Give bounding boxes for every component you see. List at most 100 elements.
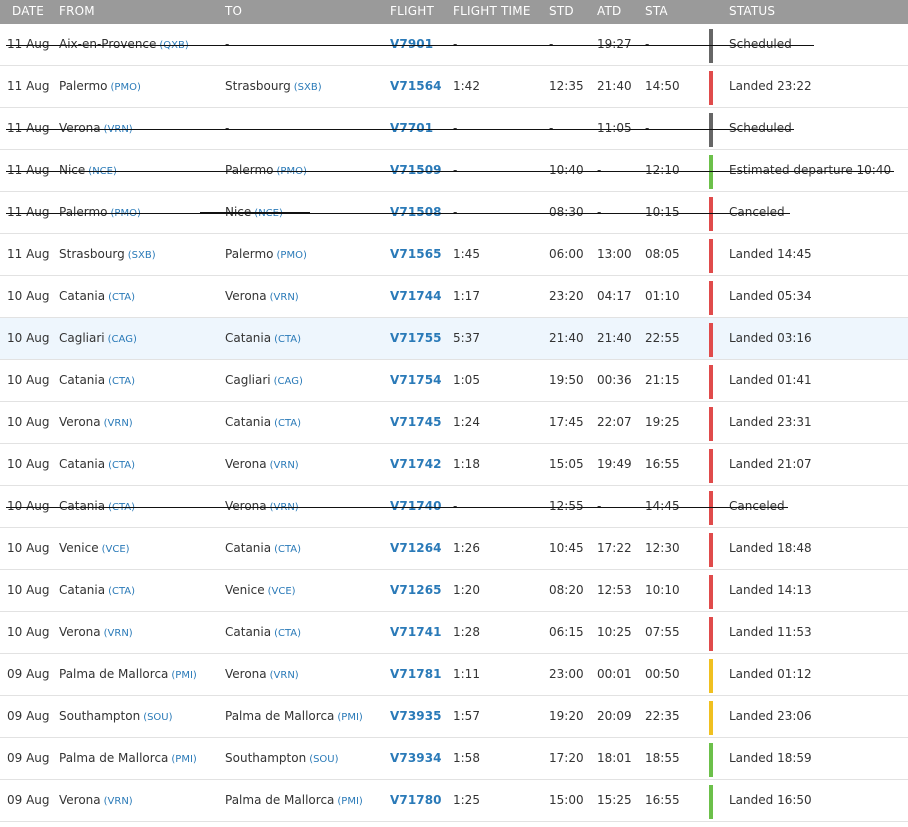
cell-from[interactable]: Palma de Mallorca (PMI) [59,751,197,765]
cell-flight-text[interactable]: V71565 [390,247,442,261]
cell-flight[interactable]: V71755 [390,331,442,345]
cell-to-text[interactable]: Cagliari [225,373,271,387]
cell-from[interactable]: Palermo(PMO) [59,205,141,219]
cell-flight[interactable]: V71265 [390,583,442,597]
cell-to[interactable]: Palermo(PMO) [225,247,307,261]
cell-from-text[interactable]: Cagliari [59,331,105,345]
airport-code[interactable]: (SOU) [143,712,172,723]
header-atd[interactable]: ATD [597,4,621,18]
cell-to[interactable]: Venice (VCE) [225,583,296,597]
airport-code[interactable]: (PMI) [337,796,362,807]
cell-to-text[interactable]: Catania [225,415,271,429]
cell-from-text[interactable]: Catania [59,373,105,387]
cell-flight[interactable]: V71565 [390,247,442,261]
cell-to-text[interactable]: Verona [225,499,267,513]
cell-to-text[interactable]: Southampton [225,751,306,765]
table-row[interactable]: 11 Aug Palermo (PMO) Strasbourg (SXB) V71564 1… [0,66,908,108]
airport-code[interactable]: (VCE) [268,586,296,597]
cell-flight[interactable]: V71740 [390,499,442,513]
cell-flight[interactable]: V71742 [390,457,442,471]
cell-from-text[interactable]: Palma de Mallorca [59,667,168,681]
cell-flight-text[interactable]: V71741 [390,625,442,639]
airport-code[interactable]: (VCE) [102,544,130,555]
cell-to[interactable]: Catania (CTA) [225,625,301,639]
airport-code[interactable]: (CTA) [108,376,135,387]
cell-to[interactable]: Cagliari (CAG) [225,373,303,387]
cell-from-text[interactable]: Verona [59,415,101,429]
header-date[interactable]: DATE [12,4,44,18]
cell-to[interactable]: - [225,121,232,135]
cell-from[interactable]: Cagliari (CAG) [59,331,137,345]
cell-flight-text[interactable]: V71740 [390,499,442,513]
cell-from[interactable]: Palermo(PMO) [59,79,141,93]
cell-from[interactable]: Verona(VRN) [59,793,133,807]
cell-from[interactable]: Catania(CTA) [59,289,135,303]
table-row[interactable]: 09 Aug Palma de Mallorca (PMI) Southampton(… [0,738,908,780]
airport-code[interactable]: (PMI) [171,754,196,765]
cell-to-text[interactable]: Palma de Mallorca [225,793,334,807]
airport-code[interactable]: (CTA) [274,418,301,429]
cell-from[interactable]: Catania(CTA) [59,457,135,471]
airport-code[interactable]: (VRN) [270,292,299,303]
cell-to[interactable]: Palma de Mallorca (PMI) [225,709,363,723]
cell-flight-text[interactable]: V71754 [390,373,442,387]
cell-to-text[interactable]: Catania [225,541,271,555]
cell-to-text[interactable]: Palermo [225,247,274,261]
cell-from-text[interactable]: Verona [59,625,101,639]
cell-flight[interactable]: V7901 [390,37,433,51]
cell-to[interactable]: Catania (CTA) [225,331,301,345]
cell-to[interactable]: - [225,37,232,51]
table-row[interactable]: 10 AugCatania(CTA)Verona(VRN)V71740-12:5… [0,486,908,528]
cell-to[interactable]: Catania (CTA) [225,415,301,429]
cell-from-text[interactable]: Venice [59,541,99,555]
cell-to[interactable]: Palermo(PMO) [225,163,307,177]
table-row[interactable]: 10 Aug Catania (CTA) Venice (VCE) V71265 1:20 0… [0,570,908,612]
cell-to[interactable]: Palma de Mallorca (PMI) [225,793,363,807]
cell-flight[interactable]: V71745 [390,415,442,429]
cell-to-text[interactable]: Catania [225,625,271,639]
cell-to-text[interactable]: Palma de Mallorca [225,709,334,723]
table-row[interactable]: 10 Aug Venice (VCE) Catania (CTA) V71264 1:26 1… [0,528,908,570]
cell-flight-text[interactable]: V71744 [390,289,442,303]
cell-from[interactable]: Verona(VRN) [59,121,133,135]
table-row[interactable]: 11 Aug Strasbourg (SXB) Palermo (PMO) V71565 1… [0,234,908,276]
cell-flight-text[interactable]: V71508 [390,205,442,219]
cell-to-text[interactable]: Verona [225,667,267,681]
cell-flight[interactable]: V71509 [390,163,442,177]
header-flight[interactable]: FLIGHT [390,4,434,18]
cell-from[interactable]: Strasbourg (SXB) [59,247,156,261]
cell-flight[interactable]: V71754 [390,373,442,387]
cell-to[interactable]: Strasbourg (SXB) [225,79,322,93]
cell-from-text[interactable]: Palermo [59,79,108,93]
cell-flight-text[interactable]: V71781 [390,667,442,681]
airport-code[interactable]: (CTA) [108,460,135,471]
table-row[interactable]: 11 AugNice(NCE)Palermo(PMO)V71509-10:40-… [0,150,908,192]
cell-from[interactable]: Verona(VRN) [59,415,133,429]
header-from[interactable]: FROM [59,4,95,18]
cell-flight[interactable]: V71564 [390,79,442,93]
cell-flight[interactable]: V71744 [390,289,442,303]
airport-code[interactable]: (SXB) [128,250,156,261]
airport-code[interactable]: (VRN) [270,460,299,471]
cell-from-text[interactable]: Verona [59,793,101,807]
cell-flight[interactable]: V71508 [390,205,442,219]
cell-to[interactable]: Catania (CTA) [225,541,301,555]
cell-from-text[interactable]: Palma de Mallorca [59,751,168,765]
header-to[interactable]: TO [225,4,242,18]
cell-to-text[interactable]: - [225,121,229,135]
cell-to-text[interactable]: - [225,37,229,51]
airport-code[interactable]: (SOU) [309,754,338,765]
cell-flight[interactable]: V71264 [390,541,442,555]
airport-code[interactable]: (PMI) [337,712,362,723]
cell-flight-text[interactable]: V71509 [390,163,442,177]
airport-code[interactable]: (CTA) [274,628,301,639]
cell-from[interactable]: Venice (VCE) [59,541,130,555]
airport-code[interactable]: (VRN) [270,670,299,681]
airport-code[interactable]: (VRN) [104,628,133,639]
table-row[interactable]: 10 Aug Verona (VRN) Catania (CTA) V71745 1:24 1… [0,402,908,444]
airport-code[interactable]: (CTA) [274,544,301,555]
airport-code[interactable]: (PMO) [277,250,307,261]
cell-from[interactable]: Catania(CTA) [59,499,135,513]
airport-code[interactable]: (VRN) [104,796,133,807]
airport-code[interactable]: (CAG) [108,334,137,345]
